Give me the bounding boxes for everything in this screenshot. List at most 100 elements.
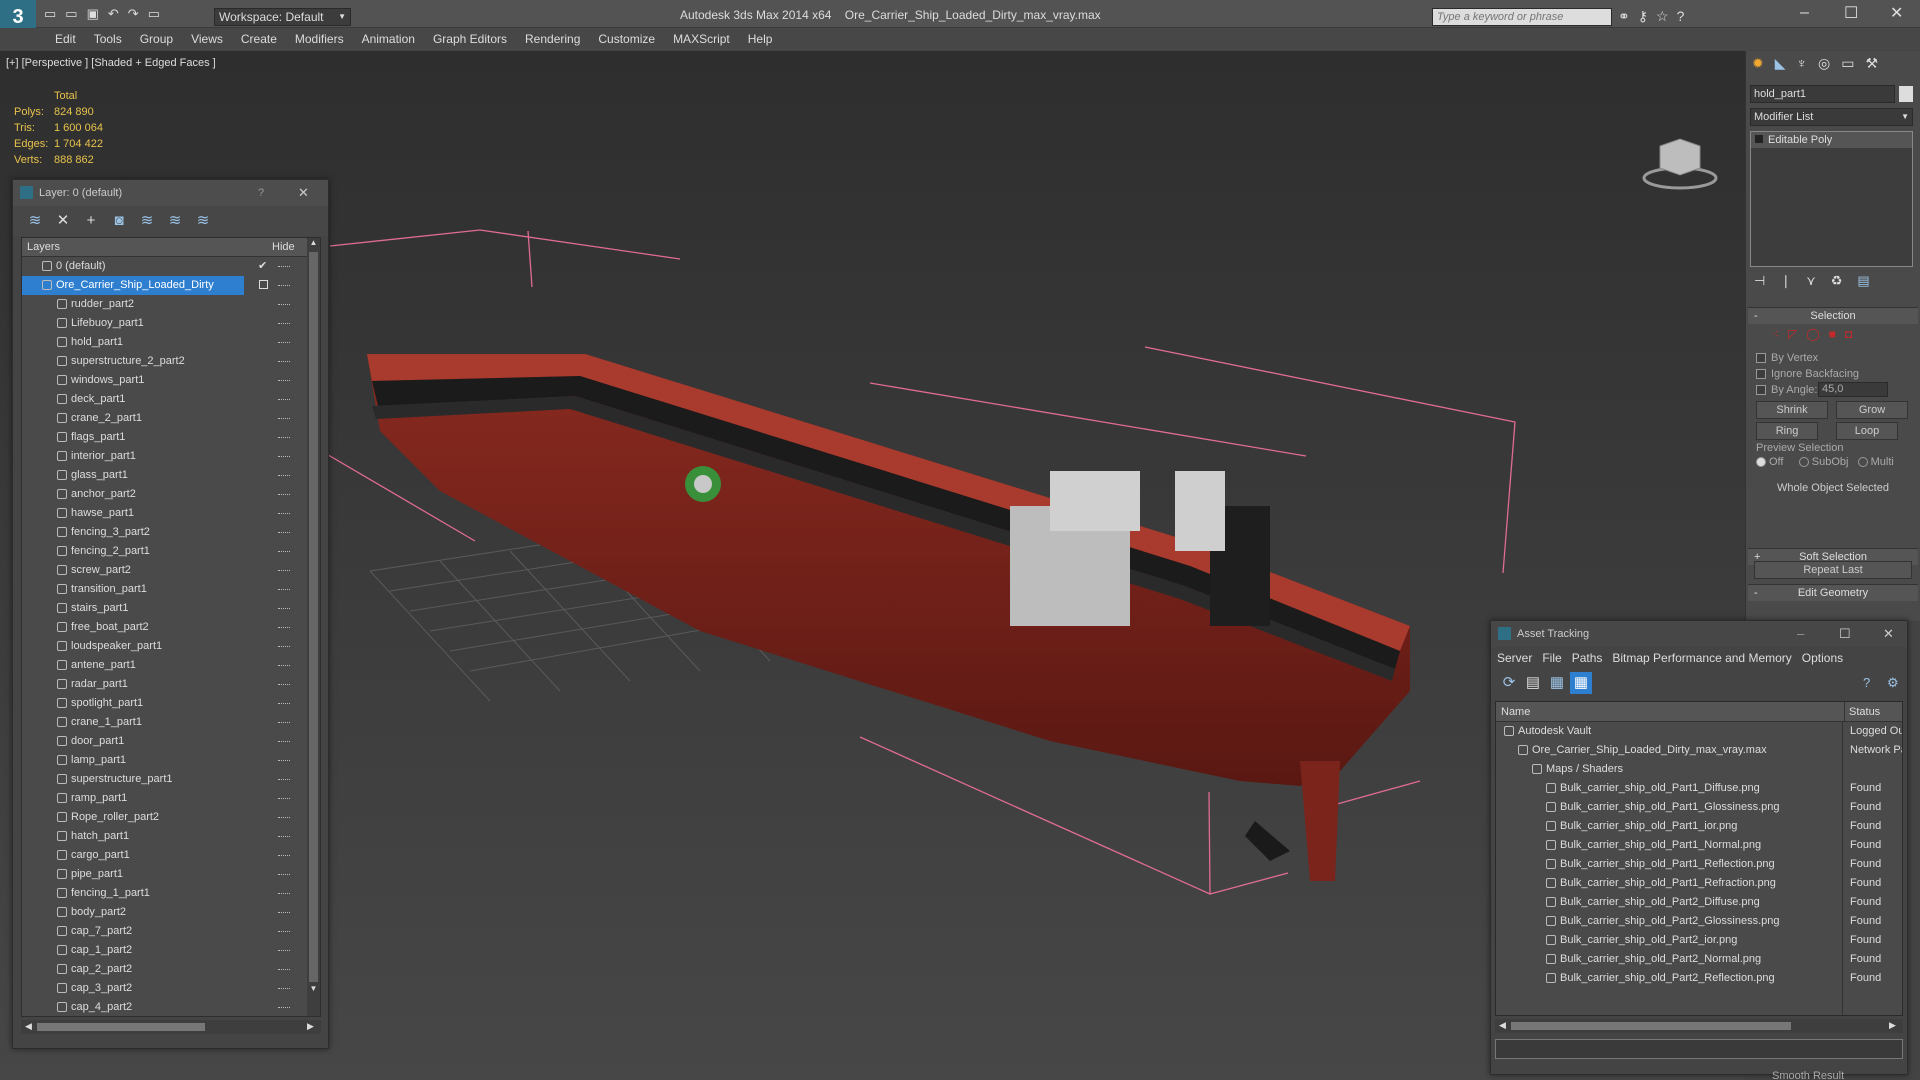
motion-tab-icon[interactable]: ◎ [1818, 55, 1841, 71]
scroll-right-icon[interactable]: ▶ [1889, 1020, 1896, 1031]
asset-minimize-icon[interactable]: – [1797, 621, 1804, 647]
hide-toggle[interactable] [278, 380, 290, 381]
asset-path-field[interactable] [1495, 1039, 1903, 1059]
stack-item-toggle-icon[interactable] [1755, 135, 1763, 143]
by-angle-checkbox[interactable] [1756, 385, 1766, 396]
hide-toggle[interactable] [278, 760, 290, 761]
selection-rollout-header[interactable]: - Selection [1748, 307, 1918, 324]
by-vertex-checkbox[interactable] [1756, 353, 1766, 364]
angle-spinner[interactable]: 45,0 [1818, 382, 1888, 397]
asset-settings-icon[interactable]: ⚙ [1887, 675, 1899, 691]
asset-menu-options[interactable]: Options [1802, 651, 1843, 665]
layer-row[interactable]: screw_part2 [22, 561, 320, 580]
hide-toggle[interactable] [278, 817, 290, 818]
ignore-backfacing-option[interactable]: Ignore Backfacing [1756, 366, 1918, 382]
layer-row[interactable]: crane_2_part1 [22, 409, 320, 428]
menu-help[interactable]: Help [739, 28, 782, 50]
maximize-icon[interactable]: ☐ [1844, 3, 1858, 23]
hide-toggle[interactable] [278, 494, 290, 495]
close-icon[interactable]: ✕ [1890, 3, 1903, 23]
hide-toggle[interactable] [278, 589, 290, 590]
layer-row[interactable]: deck_part1 [22, 390, 320, 409]
hide-toggle[interactable] [278, 608, 290, 609]
layer-row[interactable]: body_part2 [22, 903, 320, 922]
modifier-stack[interactable]: Editable Poly [1750, 131, 1913, 267]
layers-column-header[interactable]: Layers [22, 241, 60, 253]
layer-row[interactable]: glass_part1 [22, 466, 320, 485]
menu-animation[interactable]: Animation [353, 28, 424, 50]
layer-row[interactable]: Rope_roller_part2 [22, 808, 320, 827]
new-layer-icon[interactable]: ≋ [24, 210, 46, 232]
scroll-left-icon[interactable]: ◀ [1499, 1020, 1506, 1031]
edge-mode-icon[interactable]: ◸ [1788, 327, 1806, 341]
binoculars-icon[interactable]: ⚭ [1618, 8, 1638, 24]
layer-row[interactable]: crane_1_part1 [22, 713, 320, 732]
select-objects-icon[interactable]: ◙ [108, 210, 130, 232]
list-view-icon[interactable]: ▤ [1522, 672, 1544, 694]
minimize-icon[interactable]: – [1800, 4, 1809, 22]
shrink-button[interactable]: Shrink [1756, 401, 1828, 419]
remove-modifier-icon[interactable]: ♻ [1831, 273, 1858, 288]
hide-toggle[interactable] [278, 665, 290, 666]
layer-row[interactable]: lamp_part1 [22, 751, 320, 770]
table-view-icon[interactable]: ▦ [1570, 672, 1592, 694]
layer-row[interactable]: door_part1 [22, 732, 320, 751]
object-name-field[interactable]: hold_part1 [1750, 85, 1895, 103]
hide-toggle[interactable] [278, 855, 290, 856]
layer-row[interactable]: windows_part1 [22, 371, 320, 390]
menu-rendering[interactable]: Rendering [516, 28, 589, 50]
grow-button[interactable]: Grow [1836, 401, 1908, 419]
thumbnail-view-icon[interactable]: ▦ [1546, 672, 1568, 694]
hide-toggle[interactable] [278, 988, 290, 989]
multi-radio[interactable] [1857, 457, 1868, 468]
hide-toggle[interactable] [278, 893, 290, 894]
scroll-right-icon[interactable]: ▶ [307, 1021, 314, 1032]
help-icon[interactable]: ? [1677, 8, 1693, 24]
hide-toggle[interactable] [278, 342, 290, 343]
asset-horizontal-scrollbar[interactable]: ◀ ▶ [1495, 1019, 1903, 1033]
hide-toggle[interactable] [278, 570, 290, 571]
by-vertex-option[interactable]: By Vertex [1756, 350, 1918, 366]
menu-graph-editors[interactable]: Graph Editors [424, 28, 516, 50]
layer-vertical-scrollbar[interactable]: ▲ ▼ [307, 238, 320, 1016]
hide-all-icon[interactable]: ≋ [164, 210, 186, 232]
scroll-down-icon[interactable]: ▼ [307, 984, 320, 996]
layer-row[interactable]: superstructure_part1 [22, 770, 320, 789]
layer-row[interactable]: rudder_part2 [22, 295, 320, 314]
asset-maximize-icon[interactable]: ☐ [1839, 621, 1851, 647]
layer-row[interactable]: hold_part1 [22, 333, 320, 352]
modifier-list-dropdown[interactable]: Modifier List ▼ [1750, 108, 1913, 126]
layer-row[interactable]: free_boat_part2 [22, 618, 320, 637]
layer-row[interactable]: anchor_part2 [22, 485, 320, 504]
add-to-layer-icon[interactable]: + [80, 210, 102, 232]
layer-row[interactable]: fencing_2_part1 [22, 542, 320, 561]
new-file-icon[interactable]: ▭ [44, 6, 65, 21]
asset-close-icon[interactable]: ✕ [1883, 621, 1894, 647]
scroll-thumb[interactable] [1511, 1022, 1791, 1030]
layer-row[interactable]: fencing_1_part1 [22, 884, 320, 903]
hierarchy-tab-icon[interactable]: ♆ [1797, 55, 1819, 71]
layer-row-selected[interactable]: Ore_Carrier_Ship_Loaded_Dirty [22, 276, 244, 295]
hide-column-header[interactable]: Hide [272, 238, 295, 257]
menu-tools[interactable]: Tools [85, 28, 131, 50]
menu-views[interactable]: Views [182, 28, 232, 50]
hide-toggle[interactable] [278, 1007, 290, 1008]
preview-multi-option[interactable]: Multi [1857, 456, 1894, 468]
layer-row[interactable]: hatch_part1 [22, 827, 320, 846]
make-unique-icon[interactable]: ⋎ [1806, 273, 1831, 288]
scroll-left-icon[interactable]: ◀ [25, 1021, 32, 1032]
preview-subobj-option[interactable]: SubObj [1798, 456, 1848, 468]
hide-toggle[interactable] [278, 304, 290, 305]
layer-active-box-icon[interactable] [259, 280, 268, 289]
asset-menu-server[interactable]: Server [1497, 651, 1532, 665]
layer-row[interactable]: cap_7_part2 [22, 922, 320, 941]
refresh-icon[interactable]: ⟳ [1498, 672, 1520, 694]
hide-toggle[interactable] [278, 874, 290, 875]
hide-toggle[interactable] [278, 475, 290, 476]
hide-toggle[interactable] [278, 551, 290, 552]
hide-toggle[interactable] [278, 323, 290, 324]
by-angle-option[interactable]: By Angle: 45,0 [1756, 382, 1918, 398]
layer-horizontal-scrollbar[interactable]: ◀ ▶ [21, 1020, 321, 1034]
hide-toggle[interactable] [278, 285, 290, 286]
hide-toggle[interactable] [278, 399, 290, 400]
